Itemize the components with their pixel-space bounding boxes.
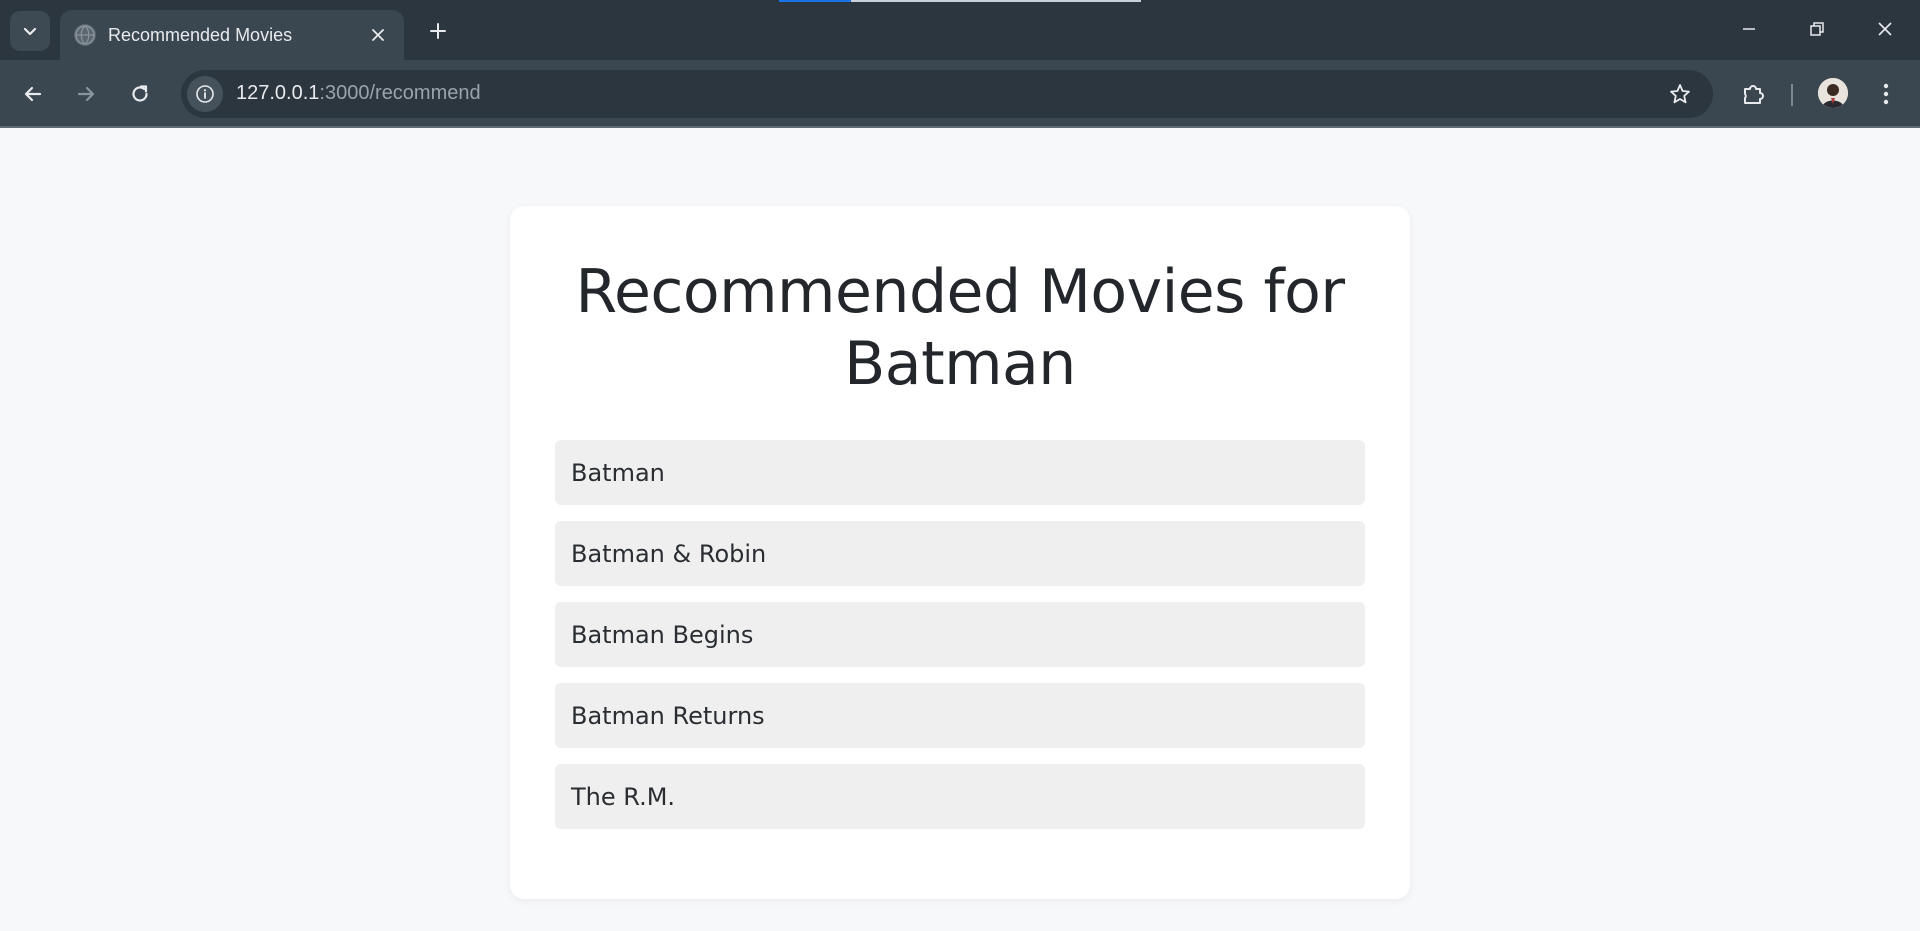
minimize-icon	[1743, 28, 1755, 30]
browser-toolbar: 127.0.0.1:3000/recommend	[0, 60, 1920, 128]
tab-search-button[interactable]	[10, 11, 50, 51]
recommendations-card: Recommended Movies for Batman Batman Bat…	[510, 206, 1410, 899]
forward-arrow-icon	[77, 86, 95, 102]
restore-icon	[1810, 22, 1824, 36]
page-title-line2: Batman	[844, 329, 1076, 399]
movie-item: Batman Returns	[555, 683, 1365, 748]
browser-menu-button[interactable]	[1868, 74, 1904, 114]
movie-item: The R.M.	[555, 764, 1365, 829]
kebab-menu-icon	[1883, 83, 1889, 105]
page-title-line1: Recommended Movies for	[575, 257, 1346, 327]
window-close-button[interactable]	[1850, 0, 1920, 58]
tab-close-button[interactable]	[364, 21, 392, 49]
plus-icon	[430, 23, 446, 39]
active-tab[interactable]: Recommended Movies	[60, 10, 404, 60]
reload-icon	[132, 85, 148, 102]
toolbar-separator	[1791, 84, 1793, 106]
info-icon	[196, 85, 214, 103]
loading-track	[851, 0, 1141, 2]
profile-avatar[interactable]	[1818, 78, 1848, 108]
address-bar[interactable]: 127.0.0.1:3000/recommend	[181, 70, 1713, 118]
url-path: :3000/recommend	[319, 82, 481, 104]
movie-item: Batman	[555, 440, 1365, 505]
close-icon	[372, 29, 384, 41]
bookmark-button[interactable]	[1665, 79, 1695, 109]
url-text: 127.0.0.1:3000/recommend	[236, 82, 481, 105]
movie-list: Batman Batman & Robin Batman Begins Batm…	[555, 440, 1365, 845]
browser-tabstrip: Recommended Movies	[0, 0, 1920, 60]
tab-title: Recommended Movies	[108, 24, 293, 45]
back-button[interactable]	[13, 74, 53, 114]
chevron-down-icon	[23, 27, 37, 36]
new-tab-button[interactable]	[420, 13, 456, 49]
url-host: 127.0.0.1	[236, 82, 320, 104]
extensions-puzzle-icon	[1744, 85, 1764, 104]
site-info-button[interactable]	[187, 76, 223, 112]
restore-button[interactable]	[1782, 0, 1852, 58]
globe-icon	[74, 24, 96, 46]
page-viewport: Recommended Movies for Batman Batman Bat…	[0, 130, 1920, 931]
window-close-icon	[1878, 22, 1892, 36]
star-icon	[1670, 84, 1690, 104]
movie-item: Batman & Robin	[555, 521, 1365, 586]
loading-indicator	[779, 0, 851, 2]
page-title: Recommended Movies for Batman	[510, 256, 1410, 400]
forward-button[interactable]	[66, 74, 106, 114]
extensions-button[interactable]	[1733, 74, 1773, 114]
minimize-button[interactable]	[1714, 0, 1784, 58]
back-arrow-icon	[24, 86, 42, 102]
reload-button[interactable]	[120, 74, 160, 114]
movie-item: Batman Begins	[555, 602, 1365, 667]
